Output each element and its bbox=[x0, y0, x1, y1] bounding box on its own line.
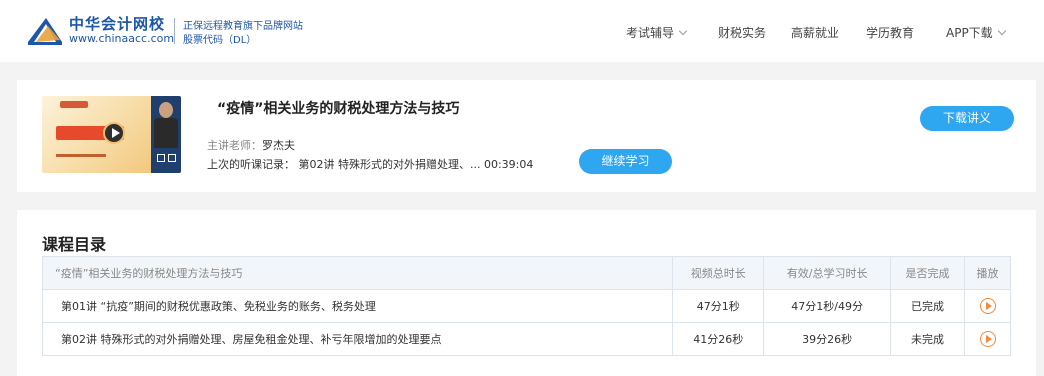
play-icon[interactable] bbox=[979, 298, 996, 314]
teacher-body bbox=[154, 118, 178, 148]
logo-brand-name[interactable]: 中华会计网校 bbox=[69, 13, 165, 34]
teacher-name: 罗杰夫 bbox=[262, 139, 295, 152]
course-card: “疫情”相关业务的财税处理方法与技巧 主讲老师：罗杰夫 上次的听课记录： 第02… bbox=[17, 80, 1036, 192]
nav-exam-guidance[interactable]: 考试辅导 bbox=[626, 24, 688, 41]
lesson-title[interactable]: 第02讲 特殊形式的对外捐赠处理、房屋免租金处理、补亏年限增加的处理要点 bbox=[41, 322, 674, 356]
thumbnail-control-icon bbox=[157, 154, 165, 162]
nav-high-salary-jobs[interactable]: 高薪就业 bbox=[791, 24, 839, 41]
nav-label: 高薪就业 bbox=[791, 26, 840, 40]
lesson-status: 已完成 bbox=[890, 289, 965, 323]
play-icon[interactable] bbox=[103, 122, 125, 144]
nav-degree-education[interactable]: 学历教育 bbox=[866, 24, 914, 41]
nav-app-download[interactable]: APP下载 bbox=[946, 24, 1006, 41]
teacher-head bbox=[159, 102, 173, 118]
lesson-table: “疫情”相关业务的财税处理方法与技巧 视频总时长 有效/总学习时长 是否完成 播… bbox=[41, 256, 1011, 356]
logo-tagline: 正保远程教育旗下品牌网站 bbox=[183, 21, 303, 32]
lesson-status: 未完成 bbox=[890, 322, 965, 356]
lesson-duration: 41分26秒 bbox=[672, 322, 765, 356]
lesson-title[interactable]: 第01讲 “抗疫”期间的财税优惠政策、免税业务的账务、税务处理 bbox=[41, 289, 674, 323]
course-teacher: 主讲老师：罗杰夫 bbox=[207, 137, 295, 153]
column-header-completed: 是否完成 bbox=[890, 256, 965, 290]
column-header-play: 播放 bbox=[964, 256, 1011, 290]
lesson-play-cell bbox=[964, 289, 1011, 323]
download-handout-button[interactable]: 下载讲义 bbox=[920, 106, 1014, 131]
site-header: 中华会计网校 www.chinaacc.com 正保远程教育旗下品牌网站 股票代… bbox=[0, 0, 1044, 62]
nav-label: 学历教育 bbox=[866, 26, 915, 40]
logo-url[interactable]: www.chinaacc.com bbox=[69, 32, 174, 45]
thumbnail-line bbox=[56, 154, 106, 157]
lesson-play-cell bbox=[964, 322, 1011, 356]
continue-learning-button[interactable]: 继续学习 bbox=[579, 149, 672, 174]
chevron-down-icon bbox=[997, 26, 1006, 36]
teacher-label: 主讲老师： bbox=[207, 139, 262, 152]
course-title: “疫情”相关业务的财税处理方法与技巧 bbox=[217, 101, 460, 117]
lesson-study-time: 39分26秒 bbox=[763, 322, 892, 356]
lesson-duration: 47分1秒 bbox=[672, 289, 765, 323]
nav-label: 财税实务 bbox=[718, 26, 767, 40]
thumbnail-teacher-image bbox=[151, 96, 181, 173]
lesson-study-time: 47分1秒/49分 bbox=[763, 289, 892, 323]
column-header-title: “疫情”相关业务的财税处理方法与技巧 bbox=[41, 256, 674, 290]
table-header-row: “疫情”相关业务的财税处理方法与技巧 视频总时长 有效/总学习时长 是否完成 播… bbox=[41, 256, 1011, 290]
nav-label: APP下载 bbox=[946, 26, 993, 40]
chevron-down-icon bbox=[678, 26, 688, 36]
play-icon[interactable] bbox=[979, 331, 996, 347]
column-header-duration: 视频总时长 bbox=[672, 256, 765, 290]
course-thumbnail[interactable] bbox=[42, 96, 181, 173]
last-watch-record: 上次的听课记录： 第02讲 特殊形式的对外捐赠处理、... 00:39:04 bbox=[207, 158, 534, 171]
nav-label: 考试辅导 bbox=[626, 26, 675, 40]
thumbnail-control-icon bbox=[168, 154, 176, 162]
logo-divider bbox=[174, 18, 175, 44]
thumbnail-badge bbox=[60, 101, 88, 108]
logo-stock-code: 股票代码（DL） bbox=[183, 35, 257, 46]
catalog-title: 课程目录 bbox=[42, 235, 107, 254]
course-catalog: 课程目录 “疫情”相关业务的财税处理方法与技巧 视频总时长 有效/总学习时长 是… bbox=[17, 210, 1036, 376]
nav-tax-practice[interactable]: 财税实务 bbox=[718, 24, 766, 41]
column-header-study-time: 有效/总学习时长 bbox=[763, 256, 892, 290]
table-row[interactable]: 第01讲 “抗疫”期间的财税优惠政策、免税业务的账务、税务处理 47分1秒 47… bbox=[41, 289, 1011, 323]
table-row[interactable]: 第02讲 特殊形式的对外捐赠处理、房屋免租金处理、补亏年限增加的处理要点 41分… bbox=[41, 322, 1011, 356]
logo-icon[interactable] bbox=[26, 14, 64, 46]
